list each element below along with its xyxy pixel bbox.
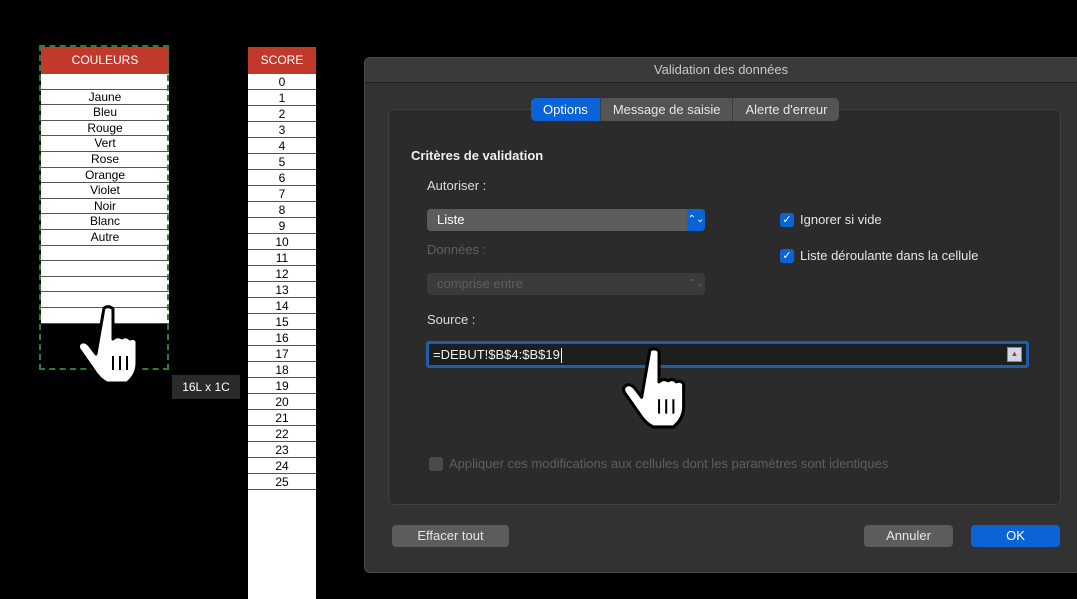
- list-item[interactable]: 15: [248, 314, 316, 330]
- list-item[interactable]: 6: [248, 170, 316, 186]
- list-item[interactable]: [41, 277, 169, 293]
- list-item[interactable]: 7: [248, 186, 316, 202]
- list-item[interactable]: [41, 261, 169, 277]
- data-select-value: comprise entre: [437, 276, 523, 291]
- list-item[interactable]: 4: [248, 138, 316, 154]
- list-item[interactable]: 18: [248, 362, 316, 378]
- data-select[interactable]: comprise entre ⌃⌄: [427, 273, 705, 295]
- options-panel: Critères de validation Autoriser : Donné…: [388, 109, 1061, 505]
- list-item[interactable]: [41, 246, 169, 262]
- list-item[interactable]: 25: [248, 474, 316, 490]
- checkbox-unchecked-icon: [429, 456, 443, 471]
- list-item[interactable]: 14: [248, 298, 316, 314]
- allow-select[interactable]: Liste ⌃⌄: [427, 209, 705, 231]
- text-caret: [560, 348, 562, 364]
- source-input[interactable]: =DEBUT!$B$4:$B$19 ▲: [426, 341, 1029, 368]
- dropdown-in-cell-label: Liste déroulante dans la cellule: [800, 248, 979, 263]
- list-item[interactable]: 13: [248, 282, 316, 298]
- source-input-value: =DEBUT!$B$4:$B$19: [433, 347, 560, 362]
- list-item[interactable]: 10: [248, 234, 316, 250]
- list-item[interactable]: Blanc: [41, 214, 169, 230]
- hand-cursor-icon: [622, 347, 686, 429]
- list-item[interactable]: 24: [248, 458, 316, 474]
- list-item[interactable]: Violet: [41, 183, 169, 199]
- list-item[interactable]: 8: [248, 202, 316, 218]
- allow-label: Autoriser :: [427, 178, 487, 193]
- tab-options[interactable]: Options: [531, 98, 601, 121]
- list-item[interactable]: 9: [248, 218, 316, 234]
- ignore-blank-checkbox[interactable]: ✓ Ignorer si vide: [780, 212, 882, 227]
- checkbox-checked-icon: ✓: [780, 212, 794, 227]
- section-title: Critères de validation: [411, 148, 544, 163]
- list-item[interactable]: 3: [248, 122, 316, 138]
- dropdown-in-cell-checkbox[interactable]: ✓ Liste déroulante dans la cellule: [780, 248, 979, 263]
- data-label: Données :: [427, 242, 487, 257]
- checkbox-checked-icon: ✓: [780, 248, 794, 263]
- apply-all-label: Appliquer ces modifications aux cellules…: [449, 456, 889, 471]
- cancel-button[interactable]: Annuler: [864, 525, 953, 547]
- clear-all-button[interactable]: Effacer tout: [392, 525, 509, 547]
- list-item[interactable]: Rose: [41, 152, 169, 168]
- list-item[interactable]: 2: [248, 106, 316, 122]
- list-item[interactable]: 23: [248, 442, 316, 458]
- list-item[interactable]: 17: [248, 346, 316, 362]
- list-item[interactable]: Orange: [41, 168, 169, 184]
- couleurs-column: COULEURS Jaune Bleu Rouge Vert Rose Oran…: [41, 47, 169, 324]
- list-item[interactable]: 16: [248, 330, 316, 346]
- list-item[interactable]: Vert: [41, 136, 169, 152]
- allow-select-value: Liste: [437, 212, 465, 227]
- list-item[interactable]: 22: [248, 426, 316, 442]
- list-item[interactable]: Noir: [41, 199, 169, 215]
- list-item[interactable]: Jaune: [41, 90, 169, 106]
- selection-size-tooltip: 16L x 1C: [172, 375, 240, 399]
- score-list: 0 1 2 3 4 5 6 7 8 9 10 11 12 13 14 15 16 17 18 19 20 21 22 23 24…: [248, 74, 316, 490]
- couleurs-list: Jaune Bleu Rouge Vert Rose Orange Violet…: [41, 74, 169, 324]
- list-item[interactable]: 19: [248, 378, 316, 394]
- select-arrows-icon: ⌃⌄: [687, 209, 705, 231]
- list-item[interactable]: 20: [248, 394, 316, 410]
- list-item[interactable]: 11: [248, 250, 316, 266]
- source-label: Source :: [427, 312, 476, 327]
- list-item[interactable]: 12: [248, 266, 316, 282]
- data-validation-dialog: Validation des données Critères de valid…: [364, 57, 1077, 573]
- tab-error-alert[interactable]: Alerte d'erreur: [733, 98, 839, 121]
- score-header[interactable]: SCORE: [248, 47, 316, 74]
- list-item[interactable]: 5: [248, 154, 316, 170]
- list-item[interactable]: 0: [248, 74, 316, 90]
- range-picker-icon[interactable]: ▲: [1007, 347, 1022, 362]
- score-column: SCORE 0 1 2 3 4 5 6 7 8 9 10 11 12 13 14 15 16 17 18 19 20 21…: [248, 47, 316, 599]
- apply-all-checkbox[interactable]: Appliquer ces modifications aux cellules…: [429, 456, 888, 471]
- tab-input-message[interactable]: Message de saisie: [601, 98, 734, 121]
- couleurs-header[interactable]: COULEURS: [41, 47, 169, 74]
- ignore-blank-label: Ignorer si vide: [800, 212, 882, 227]
- list-item[interactable]: 21: [248, 410, 316, 426]
- select-arrows-icon: ⌃⌄: [687, 278, 705, 289]
- list-item[interactable]: Autre: [41, 230, 169, 246]
- tab-bar: Options Message de saisie Alerte d'erreu…: [531, 98, 840, 121]
- hand-cursor-icon: [76, 305, 139, 385]
- ok-button[interactable]: OK: [971, 525, 1060, 547]
- list-item[interactable]: Bleu: [41, 105, 169, 121]
- list-item[interactable]: [41, 74, 169, 90]
- dialog-title: Validation des données: [365, 58, 1077, 83]
- list-item[interactable]: 1: [248, 90, 316, 106]
- list-item[interactable]: Rouge: [41, 121, 169, 137]
